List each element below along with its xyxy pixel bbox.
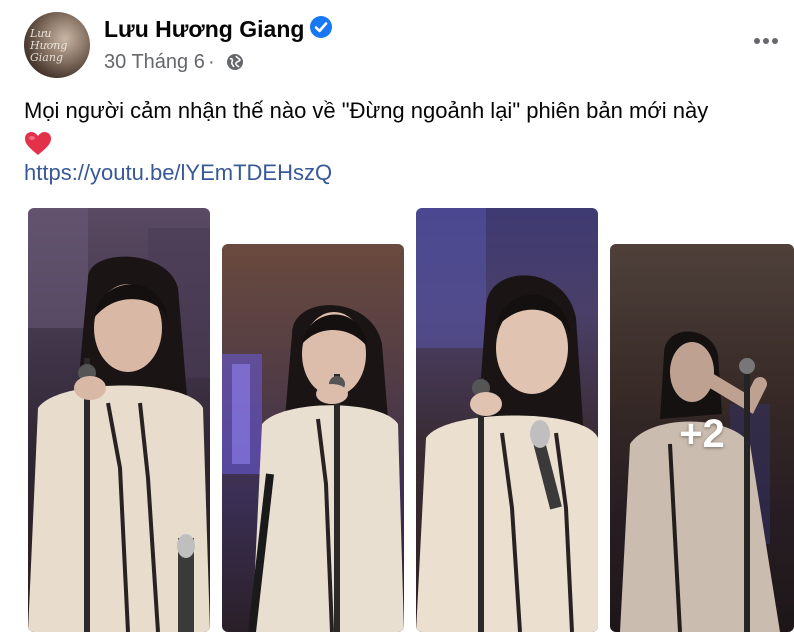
verified-badge-icon xyxy=(310,16,332,38)
avatar[interactable]: Lưu Hương Giang xyxy=(24,12,90,78)
post-date[interactable]: 30 Tháng 6 xyxy=(104,51,205,74)
more-photos-count: +2 xyxy=(679,411,725,456)
post-photo-1[interactable] xyxy=(28,208,210,632)
more-options-button[interactable] xyxy=(748,26,784,56)
post-header: Lưu Hương Giang Lưu Hương Giang 30 Tháng… xyxy=(0,0,794,90)
photo-1-image xyxy=(28,208,210,632)
post-photo-4[interactable]: +2 xyxy=(610,244,794,632)
post-link[interactable]: https://youtu.be/lYEmTDEHszQ xyxy=(24,160,332,186)
meta-separator: · xyxy=(208,51,215,73)
avatar-logo-text: Lưu Hương Giang xyxy=(30,27,68,64)
photo-3-image xyxy=(416,208,598,632)
author-name[interactable]: Lưu Hương Giang xyxy=(104,16,304,43)
more-photos-overlay[interactable]: +2 xyxy=(610,244,794,632)
post-photo-2[interactable] xyxy=(222,244,404,632)
globe-icon[interactable] xyxy=(226,53,244,71)
photo-2-image xyxy=(222,305,404,632)
red-heart-icon xyxy=(25,132,51,155)
more-options-icon xyxy=(754,38,760,44)
post-photo-3[interactable] xyxy=(416,208,598,632)
post-text: Mọi người cảm nhận thế nào về "Đừng ngoả… xyxy=(24,98,709,123)
